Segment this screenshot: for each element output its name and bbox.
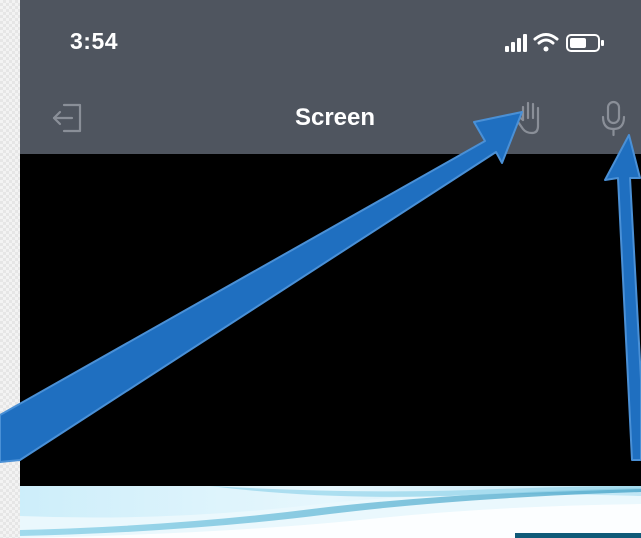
battery-icon xyxy=(566,34,604,52)
cellular-signal-icon xyxy=(505,34,527,52)
microphone-icon[interactable] xyxy=(594,98,634,138)
slide-footer xyxy=(20,486,641,538)
nav-bar: Screen xyxy=(20,84,641,154)
wave-decoration xyxy=(20,486,641,538)
status-time: 3:54 xyxy=(70,28,119,54)
shared-screen-area xyxy=(20,154,641,486)
phone-screenshot: 3:54 Screen xyxy=(20,0,641,538)
raise-hand-icon[interactable] xyxy=(510,98,550,138)
status-icons xyxy=(505,33,604,52)
status-bar: 3:54 xyxy=(20,0,641,84)
slide-background-texture xyxy=(0,0,20,538)
slide-canvas: 3:54 Screen xyxy=(0,0,641,538)
wifi-icon xyxy=(533,33,559,52)
